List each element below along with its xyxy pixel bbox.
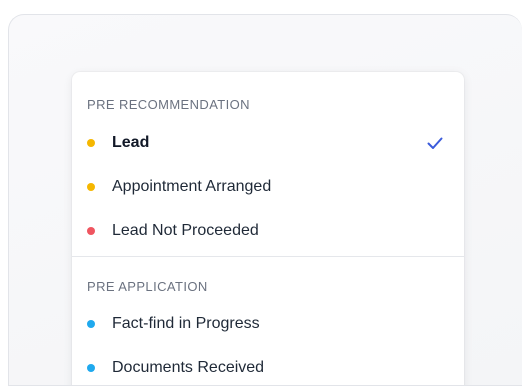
option-lead-not-proceeded[interactable]: Lead Not Proceeded <box>72 209 464 253</box>
option-lead[interactable]: Lead <box>72 121 464 165</box>
section-divider <box>72 256 464 257</box>
option-label: Documents Received <box>112 359 265 376</box>
check-icon <box>427 137 443 149</box>
section-header-pre-recommendation: PRE RECOMMENDATION <box>87 96 250 112</box>
status-dot-icon <box>87 227 95 235</box>
option-fact-find-in-progress[interactable]: Fact-find in Progress <box>72 302 464 346</box>
status-dot-icon <box>87 139 95 147</box>
status-dot-icon <box>87 320 95 328</box>
option-label: Appointment Arranged <box>112 178 272 195</box>
option-label: Lead <box>112 134 150 151</box>
option-appointment-arranged[interactable]: Appointment Arranged <box>72 165 464 209</box>
section-header-pre-application: PRE APPLICATION <box>87 278 208 294</box>
modal-frame: PRE RECOMMENDATION Lead Appointment Arra… <box>8 14 522 386</box>
option-label: Fact-find in Progress <box>112 315 260 332</box>
status-dropdown-menu: PRE RECOMMENDATION Lead Appointment Arra… <box>72 72 464 385</box>
status-dot-icon <box>87 364 95 372</box>
option-documents-received[interactable]: Documents Received <box>72 346 464 385</box>
option-label: Lead Not Proceeded <box>112 222 259 239</box>
status-dot-icon <box>87 183 95 191</box>
